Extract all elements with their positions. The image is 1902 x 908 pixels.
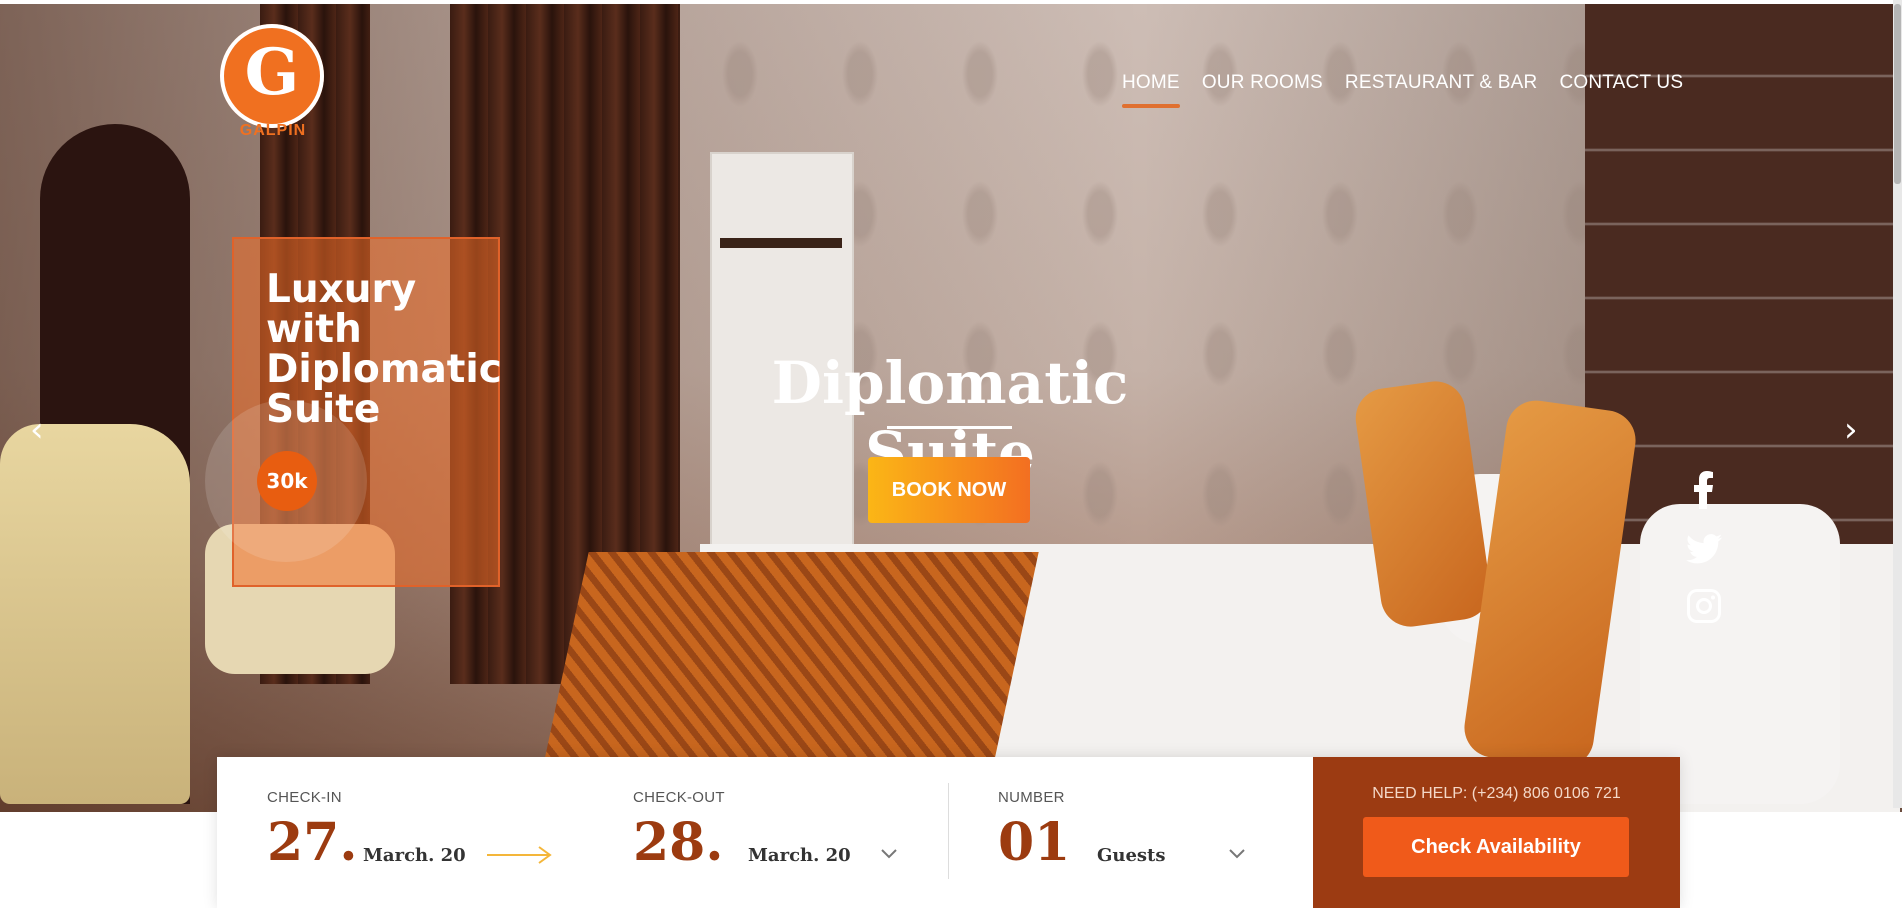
guest-count[interactable]: 01 (998, 812, 1070, 873)
promo-title: Luxury with Diplomatic Suite (266, 267, 502, 432)
nav-item-our-rooms[interactable]: OUR ROOMS (1202, 72, 1323, 108)
logo-name: GALPIN (239, 122, 307, 139)
chevron-down-icon[interactable] (1229, 849, 1245, 859)
help-panel: NEED HELP: (+234) 806 0106 721 Check Ava… (1313, 757, 1680, 908)
scrollbar-thumb[interactable] (1894, 4, 1901, 184)
carousel-prev-button[interactable]: ‹ (30, 410, 44, 450)
guests-label[interactable]: Guests (1097, 845, 1166, 866)
twitter-icon[interactable] (1684, 529, 1724, 569)
checkin-day[interactable]: 27. (267, 812, 357, 873)
checkin-label: CHECK-IN (267, 789, 342, 806)
checkin-month[interactable]: March. 20 (363, 845, 466, 866)
hero-title-underline (887, 426, 1012, 429)
number-label: NUMBER (998, 789, 1065, 806)
facebook-icon[interactable] (1684, 470, 1724, 510)
price-badge: 30k (257, 451, 317, 511)
carousel-next-button[interactable]: › (1844, 410, 1858, 450)
checkout-label: CHECK-OUT (633, 789, 725, 806)
checkout-day[interactable]: 28. (633, 812, 723, 873)
nav-item-restaurant-bar[interactable]: RESTAURANT & BAR (1345, 72, 1538, 108)
nav-item-home[interactable]: HOME (1122, 72, 1180, 108)
instagram-icon[interactable] (1684, 586, 1724, 626)
chevron-down-icon[interactable] (881, 849, 897, 859)
main-nav: HOME OUR ROOMS RESTAURANT & BAR CONTACT … (1122, 72, 1683, 108)
arrow-right-icon (487, 846, 552, 864)
booking-bar: CHECK-IN 27. March. 20 CHECK-OUT 28. Mar… (217, 757, 1680, 908)
help-phone: NEED HELP: (+234) 806 0106 721 (1372, 785, 1621, 802)
armchair-image (0, 424, 190, 804)
divider (948, 783, 949, 879)
nav-item-contact-us[interactable]: CONTACT US (1559, 72, 1683, 108)
checkout-month[interactable]: March. 20 (748, 845, 851, 866)
book-now-button[interactable]: BOOK NOW (868, 457, 1030, 523)
check-availability-button[interactable]: Check Availability (1363, 817, 1629, 877)
logo-letter: G (244, 34, 300, 110)
galpin-logo[interactable]: G GALPIN (218, 24, 330, 144)
scrollbar[interactable] (1893, 0, 1902, 808)
